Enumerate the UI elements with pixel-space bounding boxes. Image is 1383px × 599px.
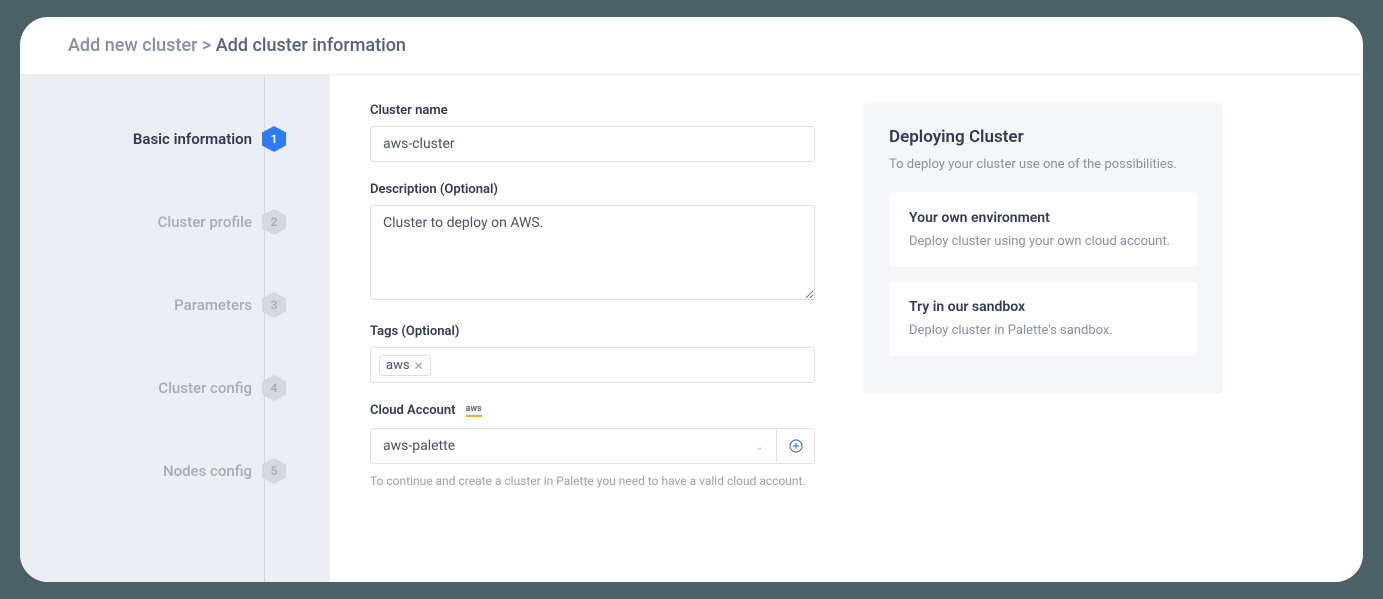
step-label: Parameters [174,296,252,314]
breadcrumb: Add new cluster > Add cluster informatio… [68,35,1315,56]
tag-remove-icon[interactable]: ✕ [414,359,424,373]
content: Basic information 1 Cluster profile 2 Pa… [20,75,1363,582]
plus-circle-icon [789,439,803,453]
form-group-description: Description (Optional) Cluster to deploy… [370,182,815,304]
breadcrumb-separator: > [202,35,211,56]
info-card-own-environment[interactable]: Your own environment Deploy cluster usin… [889,192,1197,267]
step-hex-icon: 2 [262,209,286,235]
step-cluster-profile[interactable]: Cluster profile 2 [20,213,330,231]
info-card-desc: Deploy cluster using your own cloud acco… [909,234,1177,249]
step-label: Cluster profile [158,213,252,231]
main-panel: Cluster name Description (Optional) Clus… [330,75,1363,582]
step-basic-information[interactable]: Basic information 1 [20,130,330,148]
breadcrumb-parent[interactable]: Add new cluster [68,35,197,56]
cloud-account-selected: aws-palette [383,438,455,454]
tags-label: Tags (Optional) [370,324,815,339]
cluster-name-label: Cluster name [370,103,815,118]
header: Add new cluster > Add cluster informatio… [20,17,1363,75]
info-title: Deploying Cluster [889,127,1197,147]
aws-logo-icon: aws [466,405,482,417]
step-nodes-config[interactable]: Nodes config 5 [20,462,330,480]
info-card-desc: Deploy cluster in Palette's sandbox. [909,323,1177,338]
add-cloud-account-button[interactable] [777,428,815,464]
step-parameters[interactable]: Parameters 3 [20,296,330,314]
step-label: Nodes config [163,462,252,480]
form-group-cloud-account: Cloud Account aws aws-palette ⌄ [370,403,815,490]
window: Add new cluster > Add cluster informatio… [20,17,1363,582]
tags-input[interactable]: aws ✕ [370,347,815,383]
step-hex-icon: 1 [262,126,286,152]
info-card-title: Your own environment [909,210,1177,226]
form-group-cluster-name: Cluster name [370,103,815,162]
step-label: Cluster config [158,379,252,397]
description-textarea[interactable]: Cluster to deploy on AWS. [370,205,815,300]
info-panel: Deploying Cluster To deploy your cluster… [863,103,1223,394]
tag-text: aws [386,358,410,373]
steps-sidebar: Basic information 1 Cluster profile 2 Pa… [20,75,330,582]
info-card-title: Try in our sandbox [909,299,1177,315]
form-area: Cluster name Description (Optional) Clus… [370,103,815,582]
step-hex-icon: 4 [262,375,286,401]
cloud-account-select[interactable]: aws-palette ⌄ [370,428,777,464]
description-label: Description (Optional) [370,182,815,197]
info-subtitle: To deploy your cluster use one of the po… [889,157,1197,172]
step-hex-icon: 3 [262,292,286,318]
cloud-account-label: Cloud Account [370,403,456,418]
cluster-name-input[interactable] [370,126,815,162]
breadcrumb-current: Add cluster information [216,35,406,56]
cloud-account-helper: To continue and create a cluster in Pale… [370,472,815,490]
step-hex-icon: 5 [262,458,286,484]
chevron-down-icon: ⌄ [755,440,764,453]
step-cluster-config[interactable]: Cluster config 4 [20,379,330,397]
info-card-sandbox[interactable]: Try in our sandbox Deploy cluster in Pal… [889,281,1197,356]
tag-chip: aws ✕ [379,355,431,376]
step-label: Basic information [133,130,252,148]
form-group-tags: Tags (Optional) aws ✕ [370,324,815,383]
